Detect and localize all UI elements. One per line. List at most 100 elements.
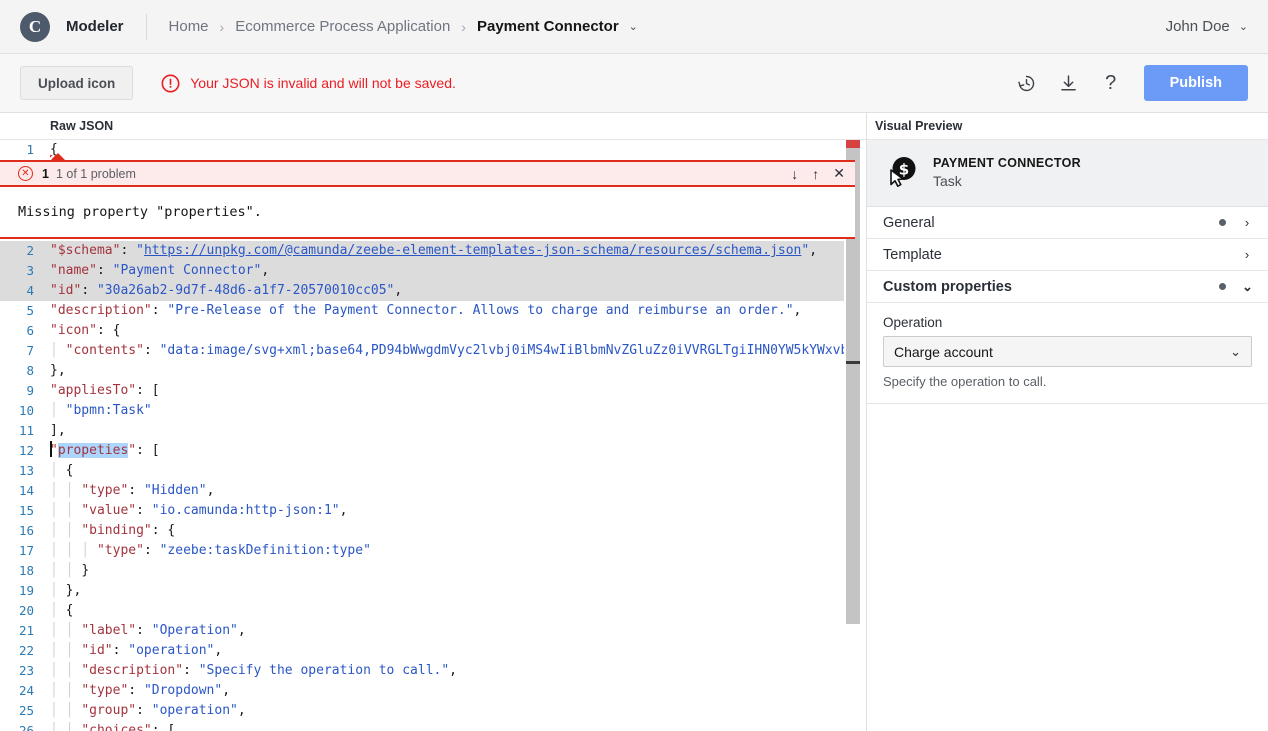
code-token: : (113, 643, 129, 658)
user-name-label: John Doe (1166, 18, 1230, 35)
code-line: 2"$schema": "https://unpkg.com/@camunda/… (0, 241, 866, 261)
code-token: }, (50, 363, 66, 378)
code-token: │ (50, 463, 66, 478)
code-token: "icon" (50, 323, 97, 338)
code-text: │ │ } (43, 561, 89, 581)
line-number: 8 (0, 361, 43, 381)
code-token: " (136, 243, 144, 258)
validation-error-text: Your JSON is invalid and will not be sav… (190, 75, 456, 91)
error-circle-icon (161, 74, 180, 93)
code-token: "bpmn:Task" (66, 403, 152, 418)
code-token: "binding" (81, 523, 151, 538)
code-token: "appliesTo" (50, 383, 136, 398)
code-token: │ │ │ (50, 543, 97, 558)
code-token: │ │ (50, 643, 81, 658)
group-custom-properties[interactable]: Custom properties ⌄ (867, 271, 1268, 303)
operation-select-wrap: Charge account ⌄ (883, 336, 1252, 367)
help-icon[interactable]: ? (1100, 72, 1122, 94)
code-token: " (128, 443, 136, 458)
previous-problem-icon[interactable]: ↑ (812, 166, 819, 182)
download-icon[interactable] (1058, 72, 1080, 94)
code-token: : (128, 483, 144, 498)
custom-properties-fields: Operation Charge account ⌄ Specify the o… (867, 303, 1268, 404)
main-content: Raw JSON 1{2"$schema": "https://unpkg.co… (0, 113, 1268, 731)
editor-toolbar: Upload icon Your JSON is invalid and wil… (0, 54, 1268, 113)
breadcrumb-item-project[interactable]: Ecommerce Process Application (235, 18, 450, 35)
problem-widget: ✕ 1 1 of 1 problem ↓ ↑ ✕ Missing propert… (0, 160, 855, 239)
line-number: 3 (0, 261, 43, 281)
code-token: : (81, 283, 97, 298)
line-number: 26 (0, 721, 43, 731)
code-token: : (144, 343, 160, 358)
chevron-right-icon: › (1242, 247, 1252, 262)
problem-count: 1 (42, 167, 49, 181)
code-text: │ │ "type": "Hidden", (43, 481, 214, 501)
line-number: 1 (0, 140, 43, 160)
code-line: 8}, (0, 361, 866, 381)
line-number: 10 (0, 401, 43, 421)
code-token: "group" (81, 703, 136, 718)
code-token: : (120, 243, 136, 258)
close-icon[interactable]: ✕ (833, 165, 845, 182)
history-icon[interactable] (1016, 72, 1038, 94)
code-token: , (794, 303, 802, 318)
group-custom-properties-label: Custom properties (883, 279, 1012, 295)
code-text: "appliesTo": [ (43, 381, 160, 401)
code-token: : (183, 663, 199, 678)
code-token: │ │ (50, 623, 81, 638)
next-problem-icon[interactable]: ↓ (791, 166, 798, 182)
code-token: , (261, 263, 269, 278)
code-token: "io.camunda:http-json:1" (152, 503, 340, 518)
visual-preview-pane: Visual Preview $ PAYMENT CONNECTOR Task … (867, 113, 1268, 731)
code-line: 26│ │ "choices": [ (0, 721, 866, 731)
code-token: } (81, 563, 89, 578)
group-template[interactable]: Template › (867, 239, 1268, 271)
code-text: │ │ "binding": { (43, 521, 175, 541)
operation-field-hint: Specify the operation to call. (883, 374, 1252, 389)
code-line: 11], (0, 421, 866, 441)
raw-json-pane: Raw JSON 1{2"$schema": "https://unpkg.co… (0, 113, 867, 731)
problem-widget-header: ✕ 1 1 of 1 problem ↓ ↑ ✕ (0, 160, 855, 187)
code-line: 10 │ "bpmn:Task" (0, 401, 866, 421)
overview-cursor-marker (846, 361, 860, 364)
divider (146, 14, 147, 40)
publish-button[interactable]: Publish (1144, 65, 1248, 101)
code-token: "zeebe:taskDefinition:type" (160, 543, 371, 558)
code-token: , (449, 663, 457, 678)
group-general[interactable]: General › (867, 207, 1268, 239)
payment-connector-icon: $ (883, 154, 919, 190)
breadcrumb-separator-icon: › (220, 19, 225, 35)
line-number: 19 (0, 581, 43, 601)
line-number: 16 (0, 521, 43, 541)
template-name: PAYMENT CONNECTOR (933, 156, 1081, 170)
breadcrumb-item-current[interactable]: Payment Connector (477, 18, 619, 35)
code-token: propeties (58, 443, 128, 458)
code-token: " (50, 443, 58, 458)
problem-pointer-icon (50, 153, 66, 161)
code-text: │ │ "group": "operation", (43, 701, 246, 721)
user-menu[interactable]: John Doe ⌄ (1166, 18, 1248, 35)
code-text: │ "contents": "data:image/svg+xml;base64… (43, 341, 856, 361)
json-code-editor[interactable]: 1{2"$schema": "https://unpkg.com/@camund… (0, 140, 866, 731)
code-token: │ (50, 403, 66, 418)
breadcrumb-item-home[interactable]: Home (169, 18, 209, 35)
chevron-down-icon[interactable]: ⌄ (629, 20, 638, 33)
code-text: "propeties": [ (43, 441, 160, 461)
line-number: 23 (0, 661, 43, 681)
code-line: 6"icon": { (0, 321, 866, 341)
operation-select[interactable]: Charge account (883, 336, 1252, 367)
code-token: , (207, 483, 215, 498)
line-number: 11 (0, 421, 43, 441)
code-token: : (144, 543, 160, 558)
problem-counter-label: 1 of 1 problem (56, 167, 136, 181)
upload-icon-button[interactable]: Upload icon (20, 66, 133, 100)
validation-error-banner: Your JSON is invalid and will not be sav… (161, 74, 456, 93)
code-text: │ │ "label": "Operation", (43, 621, 246, 641)
code-token: , (238, 623, 246, 638)
group-custom-properties-dot (1219, 283, 1226, 290)
code-token: "name" (50, 263, 97, 278)
visual-preview-panel-title: Visual Preview (867, 113, 1268, 140)
error-x-icon: ✕ (18, 166, 33, 181)
code-token: "contents" (66, 343, 144, 358)
code-token: : [ (152, 723, 175, 731)
